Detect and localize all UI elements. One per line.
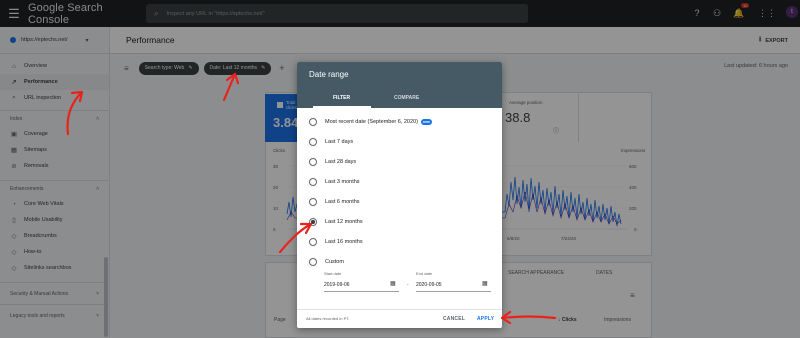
radio-button-selected[interactable] — [309, 218, 317, 226]
option-custom[interactable]: Custom — [309, 256, 344, 268]
option-label: Last 12 months — [325, 219, 363, 225]
date-range-dialog: Date range FILTER COMPARE Most recent da… — [297, 62, 502, 328]
dialog-title: Date range — [309, 70, 349, 79]
option-last-7-days[interactable]: Last 7 days — [309, 136, 353, 148]
option-label: Last 28 days — [325, 159, 357, 165]
tab-compare[interactable]: COMPARE — [394, 95, 419, 101]
radio-button[interactable] — [309, 198, 317, 206]
radio-button[interactable] — [309, 258, 317, 266]
option-label: Last 3 months — [325, 179, 360, 185]
timezone-note: All dates recorded in PT. — [306, 316, 350, 321]
end-date-underline — [416, 291, 491, 292]
option-last-28-days[interactable]: Last 28 days — [309, 156, 356, 168]
option-label: Last 7 days — [325, 139, 354, 145]
calendar-icon[interactable]: ▦ — [482, 280, 488, 287]
apply-button[interactable]: APPLY — [477, 316, 494, 322]
start-date-underline — [324, 291, 399, 292]
option-label: Last 6 months — [325, 199, 360, 205]
tab-filter[interactable]: FILTER — [333, 95, 350, 101]
radio-button[interactable] — [309, 178, 317, 186]
option-label: Custom — [325, 259, 344, 265]
start-date-field[interactable]: 2019-09-06 — [324, 282, 350, 288]
start-date-label: Start date — [324, 271, 342, 276]
range-dash: - — [407, 282, 409, 288]
radio-button[interactable] — [309, 158, 317, 166]
new-badge: new — [420, 119, 432, 125]
option-label: Most recent date (September 6, 2020) — [325, 119, 418, 125]
option-last-16-months[interactable]: Last 16 months — [309, 236, 363, 248]
end-date-field[interactable]: 2020-09-05 — [416, 282, 442, 288]
option-most-recent-date[interactable]: Most recent date (September 6, 2020) new — [309, 116, 432, 128]
radio-button[interactable] — [309, 238, 317, 246]
dialog-footer: All dates recorded in PT. CANCEL APPLY — [297, 309, 502, 328]
tab-indicator — [313, 106, 371, 108]
dialog-header: Date range FILTER COMPARE — [297, 62, 502, 108]
radio-button[interactable] — [309, 118, 317, 126]
option-last-3-months[interactable]: Last 3 months — [309, 176, 360, 188]
calendar-icon[interactable]: ▦ — [390, 280, 396, 287]
cancel-button[interactable]: CANCEL — [443, 316, 465, 322]
option-last-6-months[interactable]: Last 6 months — [309, 196, 360, 208]
radio-button[interactable] — [309, 138, 317, 146]
option-label: Last 16 months — [325, 239, 363, 245]
end-date-label: End date — [416, 271, 433, 276]
option-last-12-months[interactable]: Last 12 months — [309, 216, 363, 228]
